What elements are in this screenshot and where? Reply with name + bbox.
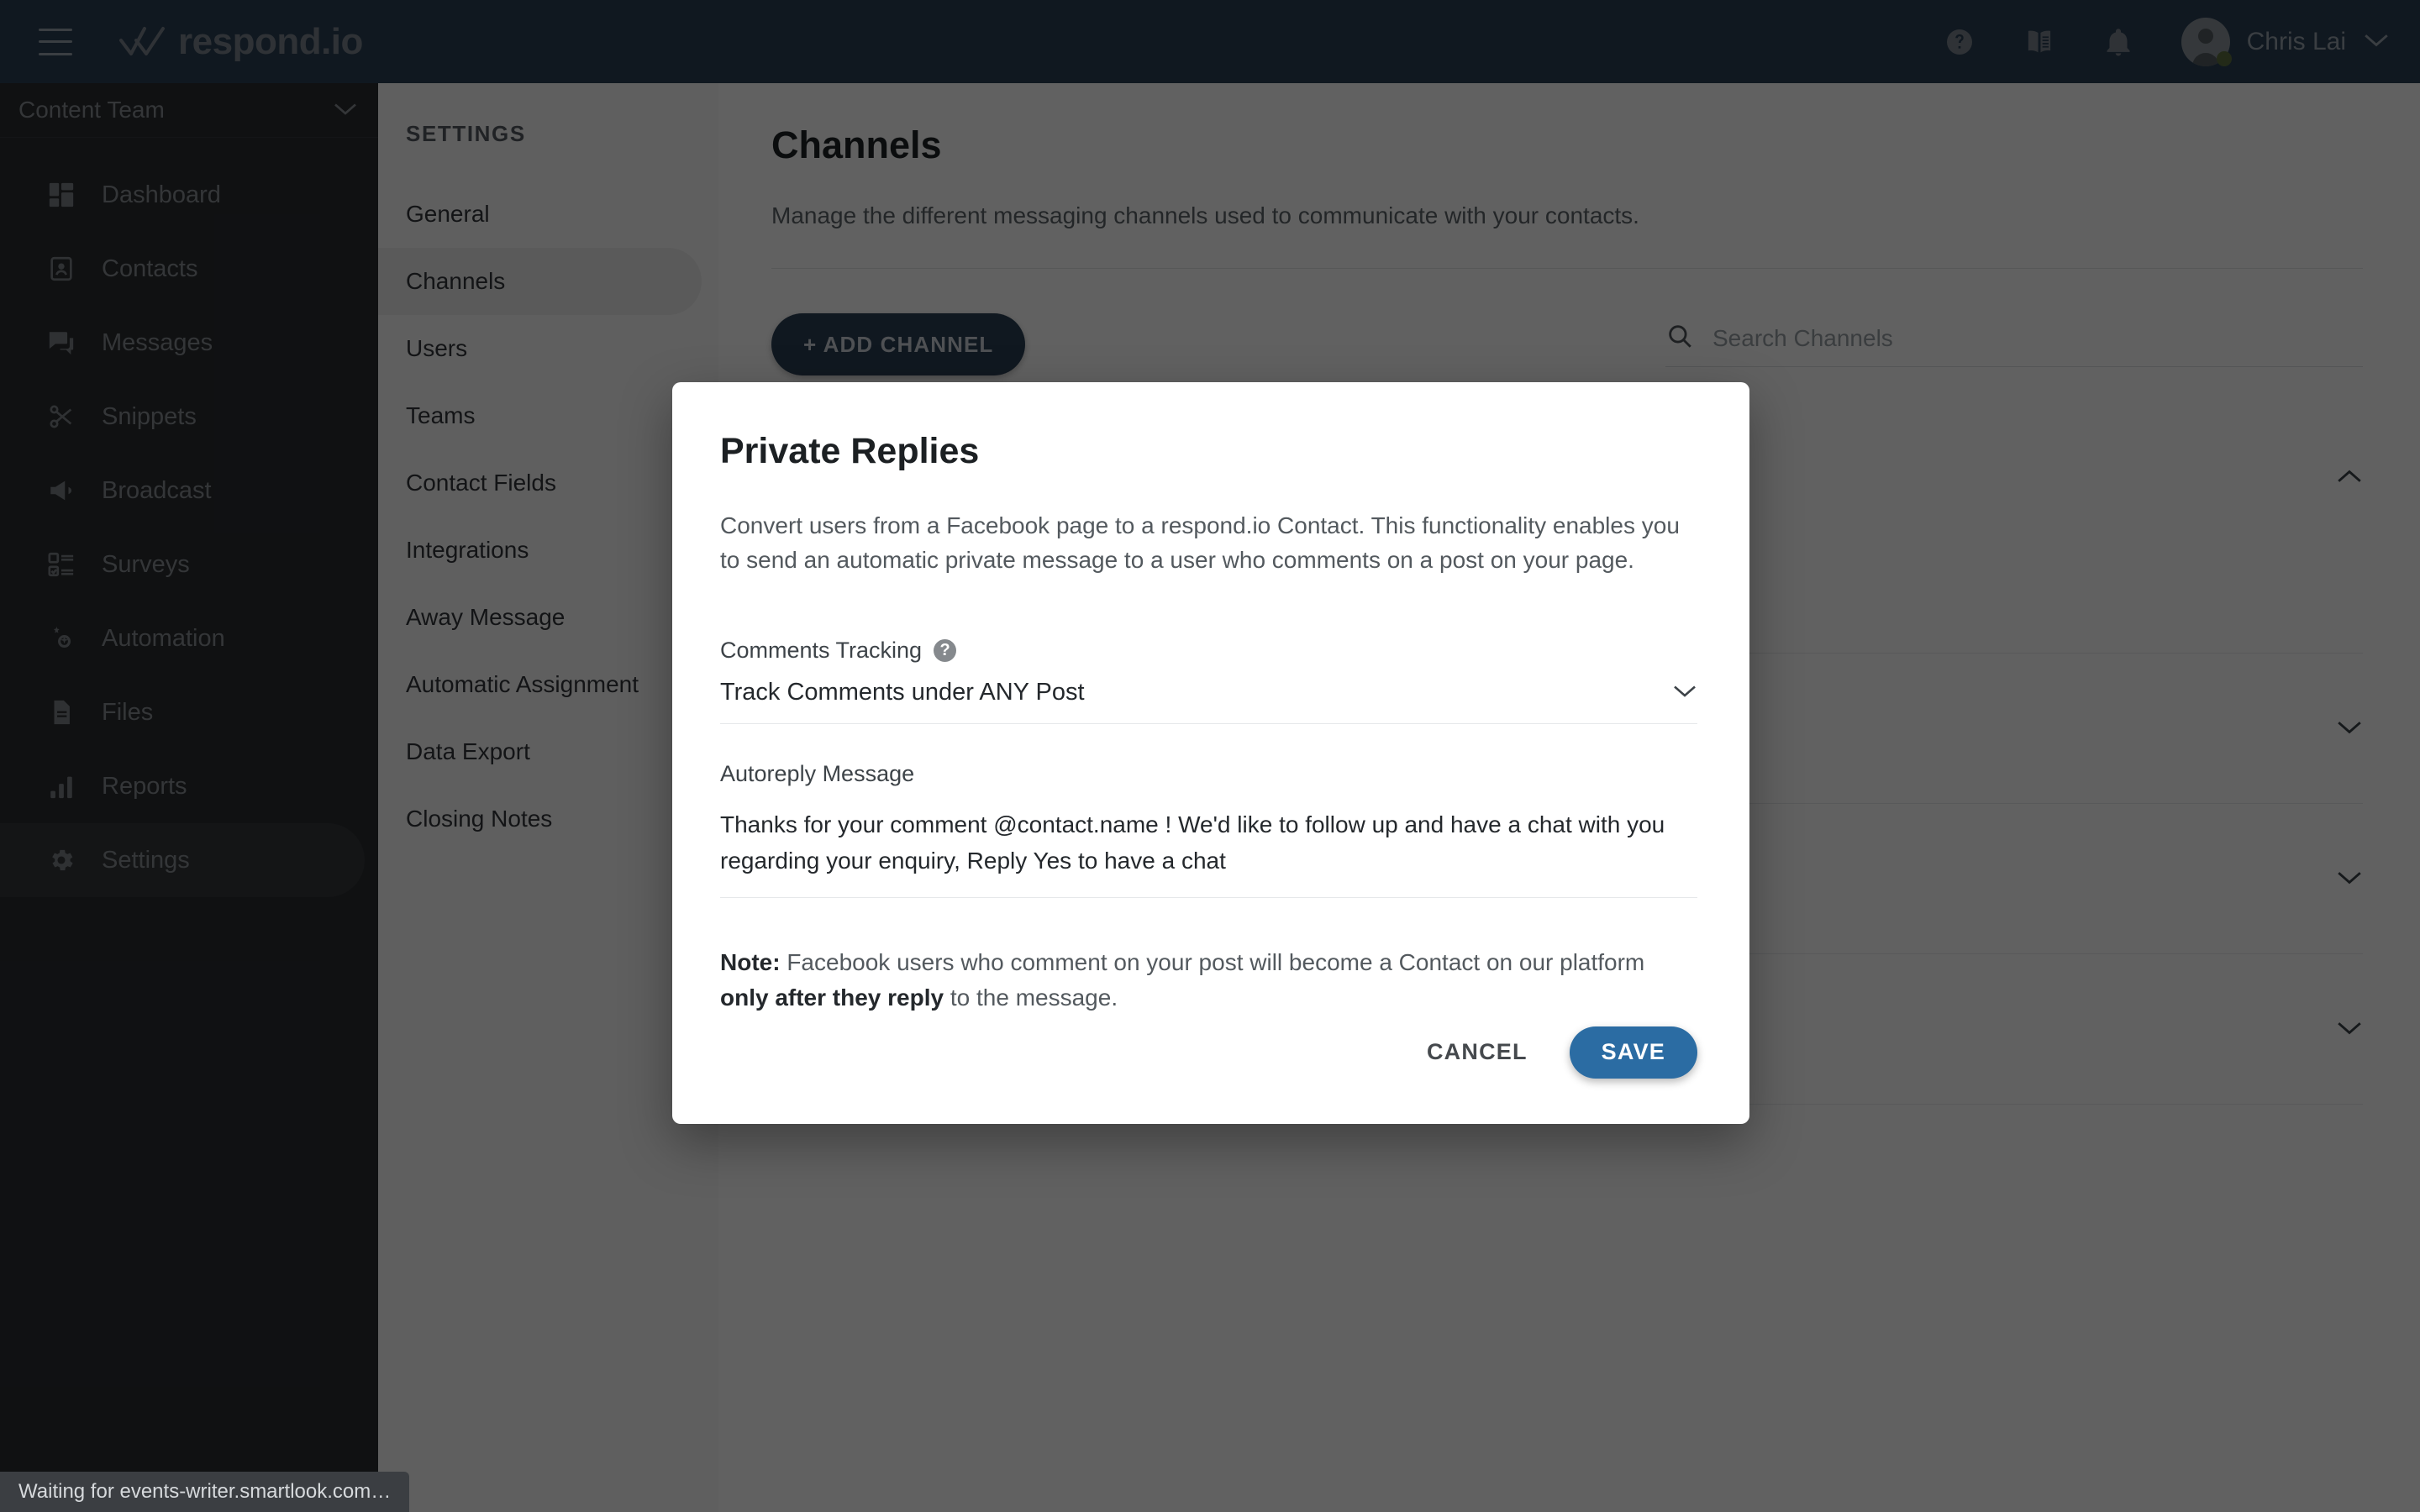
- note-bold: only after they reply: [720, 984, 944, 1011]
- comments-tracking-field: Comments Tracking ? Track Comments under…: [720, 638, 1697, 725]
- cancel-button[interactable]: CANCEL: [1415, 1024, 1539, 1080]
- dialog-description: Convert users from a Facebook page to a …: [720, 512, 1680, 573]
- save-button[interactable]: SAVE: [1569, 1026, 1697, 1079]
- note-body-2: to the message.: [944, 984, 1118, 1011]
- dialog-title: Private Replies: [720, 431, 980, 471]
- autoreply-message-label: Autoreply Message: [720, 761, 915, 787]
- comments-tracking-value: Track Comments under ANY Post: [720, 679, 1085, 706]
- autoreply-message-input[interactable]: Thanks for your comment @contact.name ! …: [720, 795, 1697, 899]
- chevron-down-icon[interactable]: [1672, 683, 1697, 702]
- private-replies-dialog: Private Replies Convert users from a Fac…: [672, 382, 1749, 1124]
- dialog-footer: CANCEL SAVE: [720, 1024, 1697, 1124]
- autoreply-message-field: Autoreply Message Thanks for your commen…: [720, 761, 1697, 899]
- note-prefix: Note:: [720, 949, 781, 976]
- app-root: respond.io: [0, 0, 2420, 1512]
- help-circle-icon[interactable]: ?: [934, 639, 957, 663]
- note-text: Note: Facebook users who comment on your…: [720, 945, 1697, 1016]
- comments-tracking-label: Comments Tracking ?: [720, 638, 1697, 664]
- note-body-1: Facebook users who comment on your post …: [780, 949, 1645, 976]
- comments-tracking-select[interactable]: Track Comments under ANY Post: [720, 664, 1697, 725]
- comments-tracking-label-text: Comments Tracking: [720, 638, 923, 664]
- browser-status-bar: Waiting for events-writer.smartlook.com…: [0, 1472, 410, 1512]
